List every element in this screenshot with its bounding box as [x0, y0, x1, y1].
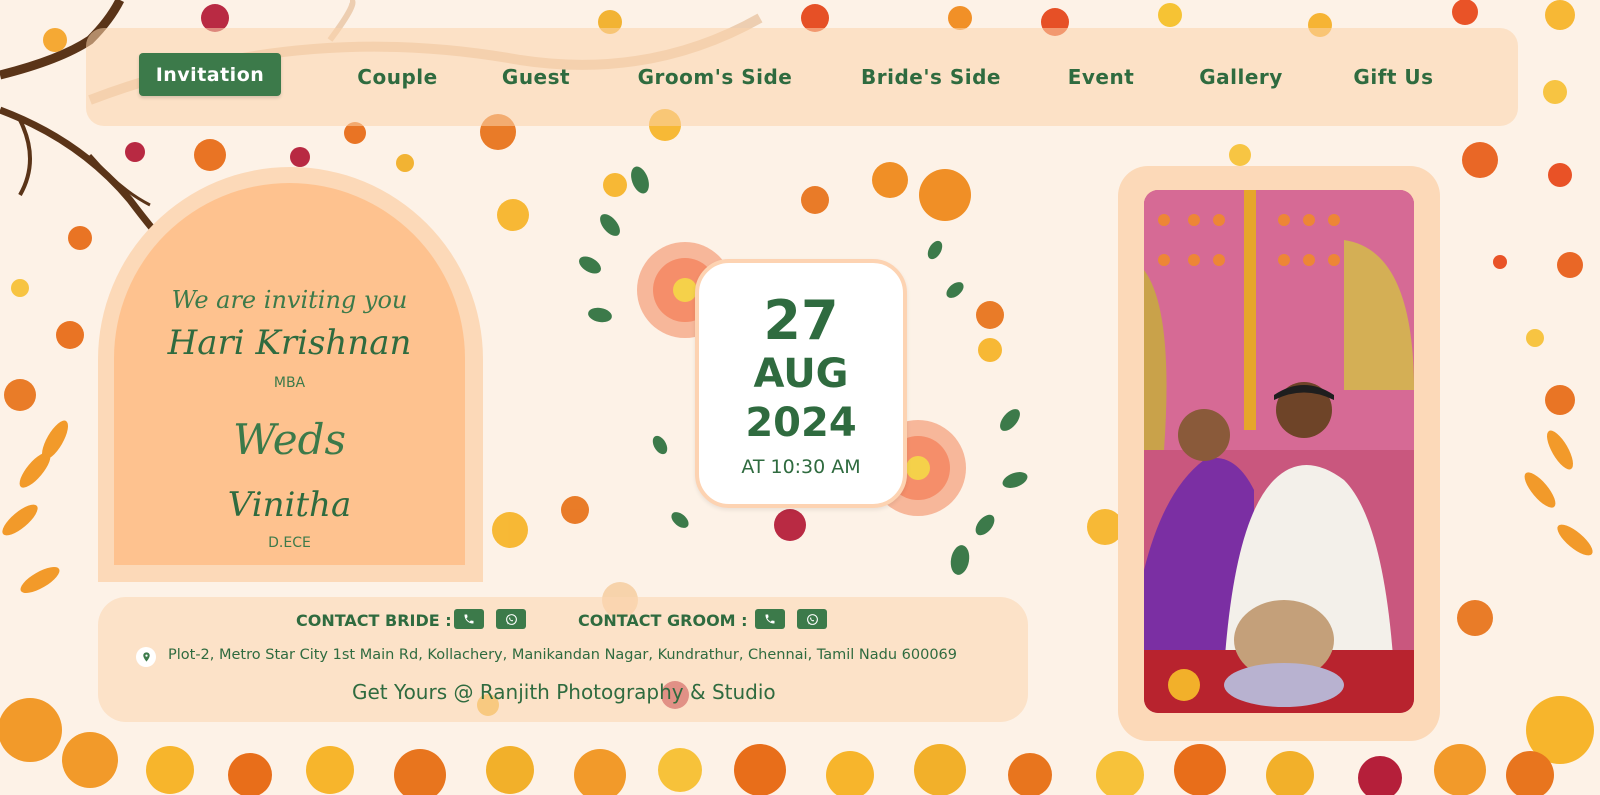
whatsapp-icon: [505, 613, 517, 625]
wedding-date-card: 27 AUG 2024 AT 10:30 AM: [695, 259, 907, 508]
contact-bride-label: CONTACT BRIDE :: [296, 611, 452, 630]
contact-groom-label: CONTACT GROOM :: [578, 611, 748, 630]
location-pin: [136, 647, 156, 667]
groom-name: Hari Krishnan: [167, 323, 412, 363]
groom-whatsapp-button[interactable]: [797, 609, 827, 629]
venue-address: Plot-2, Metro Star City 1st Main Rd, Kol…: [168, 647, 958, 663]
groom-phone-button[interactable]: [755, 609, 785, 629]
couple-photo-frame: [1118, 166, 1440, 741]
date-time: AT 10:30 AM: [741, 456, 861, 478]
weds-text: Weds: [232, 415, 347, 464]
date-month: AUG: [753, 351, 849, 397]
bride-degree: D.ECE: [268, 535, 311, 551]
nav-tab-brides-side[interactable]: Bride's Side: [846, 62, 1016, 92]
location-pin-icon: [142, 652, 150, 662]
nav-tab-grooms-side[interactable]: Groom's Side: [626, 62, 804, 92]
nav-tab-gallery[interactable]: Gallery: [1181, 62, 1301, 92]
whatsapp-icon: [806, 613, 818, 625]
top-navigation: Invitation Couple Guest Groom's Side Bri…: [86, 28, 1518, 126]
bride-phone-button[interactable]: [454, 609, 484, 629]
inviting-text: We are inviting you: [171, 286, 408, 314]
phone-icon: [765, 614, 775, 624]
bride-name: Vinitha: [227, 485, 352, 525]
date-year: 2024: [745, 400, 857, 446]
nav-tab-gift-us[interactable]: Gift Us: [1336, 62, 1451, 92]
nav-tab-invitation[interactable]: Invitation: [139, 53, 281, 96]
couple-photo: [1144, 190, 1414, 713]
ceremony-photo-illustration: [1144, 190, 1414, 713]
groom-degree: MBA: [273, 375, 306, 391]
invitation-arch-card: We are inviting you Hari Krishnan MBA We…: [98, 167, 483, 582]
invitation-arch-inner: We are inviting you Hari Krishnan MBA We…: [114, 183, 465, 565]
bride-whatsapp-button[interactable]: [496, 609, 526, 629]
date-day: 27: [763, 289, 839, 352]
nav-tab-guest[interactable]: Guest: [481, 62, 591, 92]
nav-tab-event[interactable]: Event: [1051, 62, 1151, 92]
contact-panel: CONTACT BRIDE : CONTACT GROOM : Plot-2, …: [98, 597, 1028, 722]
phone-icon: [464, 614, 474, 624]
studio-credit-link[interactable]: Get Yours @ Ranjith Photography & Studio: [352, 680, 776, 704]
nav-tab-couple[interactable]: Couple: [330, 62, 465, 92]
